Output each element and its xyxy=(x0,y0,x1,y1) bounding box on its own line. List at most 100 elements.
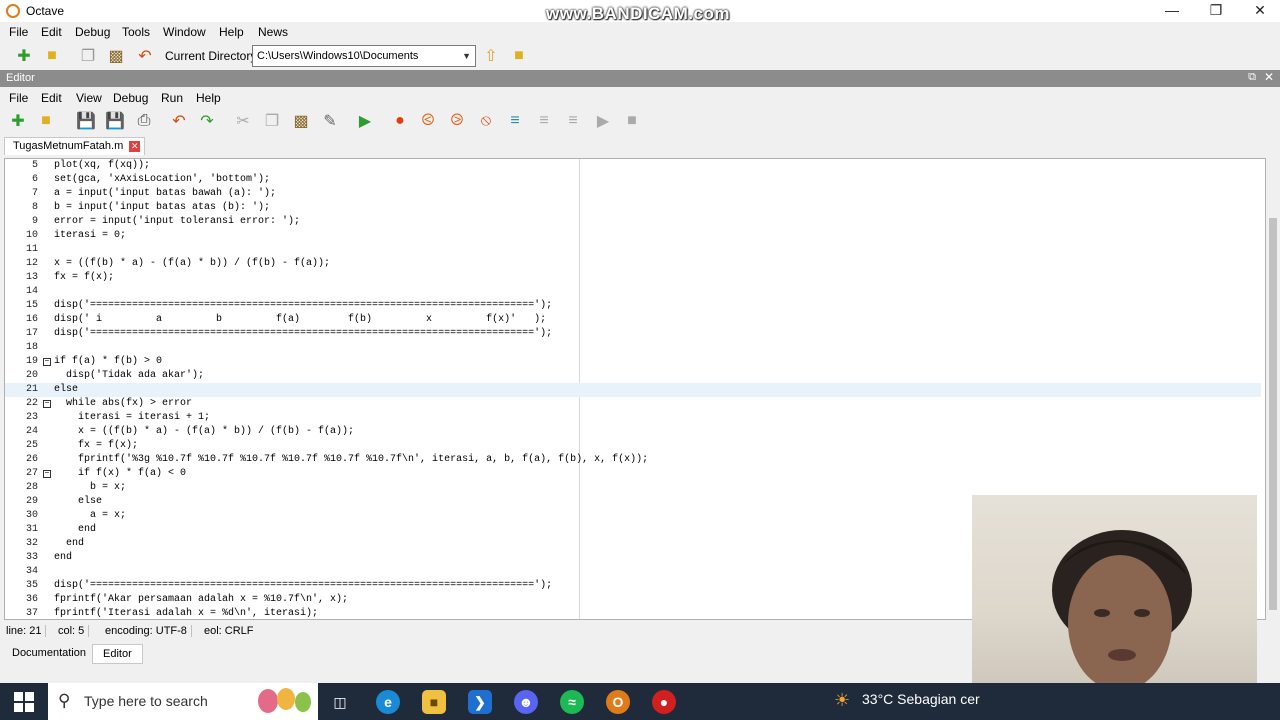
task-view-icon[interactable]: ◫ xyxy=(328,690,352,714)
editor-menu-edit[interactable]: Edit xyxy=(41,91,62,105)
browse-folder-icon[interactable]: ■ xyxy=(509,46,529,66)
code-line[interactable]: 13 fx = f(x); xyxy=(5,271,1261,285)
editor-menu-view[interactable]: View xyxy=(76,91,102,105)
remove-breakpoints-icon[interactable]: ⦸ xyxy=(476,111,496,131)
vscode-icon[interactable]: ❯ xyxy=(468,690,492,714)
fold-toggle-icon[interactable]: − xyxy=(43,470,51,478)
undo-icon[interactable]: ↶ xyxy=(169,111,189,131)
menu-file[interactable]: File xyxy=(9,25,28,39)
find-replace-icon[interactable]: ✎ xyxy=(320,111,340,131)
code-line[interactable]: 6 set(gca, 'xAxisLocation', 'bottom'); xyxy=(5,173,1261,187)
spotify-icon[interactable]: ≈ xyxy=(560,690,584,714)
octave-taskbar-icon[interactable]: O xyxy=(606,690,630,714)
line-number: 20 xyxy=(25,370,38,381)
open-folder-icon[interactable]: ■ xyxy=(42,46,62,66)
code-line[interactable]: 19− if f(a) * f(b) > 0 xyxy=(5,355,1261,369)
print-icon[interactable]: ⎙ xyxy=(134,111,154,131)
line-number: 29 xyxy=(25,496,38,507)
redo-icon[interactable]: ↷ xyxy=(197,111,217,131)
code-line[interactable]: 7 a = input('input batas bawah (a): '); xyxy=(5,187,1261,201)
new-file-icon[interactable]: ✚ xyxy=(14,46,34,66)
taskbar-search-box[interactable]: ⚲ Type here to search xyxy=(48,683,318,720)
run-icon[interactable]: ▶ xyxy=(355,111,375,131)
toggle-breakpoint-icon[interactable]: ● xyxy=(390,111,410,131)
undo-icon[interactable]: ↶ xyxy=(135,46,155,66)
editor-menu-debug[interactable]: Debug xyxy=(113,91,148,105)
menu-window[interactable]: Window xyxy=(163,25,206,39)
search-placeholder: Type here to search xyxy=(84,693,208,709)
bandicam-record-icon[interactable]: ● xyxy=(652,690,676,714)
minimize-icon[interactable]: — xyxy=(1150,0,1194,22)
parent-directory-icon[interactable]: ⇧ xyxy=(481,46,501,66)
cut-icon[interactable]: ✂ xyxy=(233,111,253,131)
editor-menu-file[interactable]: File xyxy=(9,91,28,105)
current-directory-input[interactable]: C:\Users\Windows10\Documents ▼ xyxy=(252,45,476,67)
windows-start-icon[interactable] xyxy=(14,692,34,712)
menu-edit[interactable]: Edit xyxy=(41,25,62,39)
open-file-icon[interactable]: ■ xyxy=(36,111,56,131)
code-line[interactable]: 15 disp('================================… xyxy=(5,299,1261,313)
fold-toggle-icon[interactable]: − xyxy=(43,400,51,408)
paste-icon[interactable]: ▩ xyxy=(106,46,126,66)
code-line[interactable]: 18 xyxy=(5,341,1261,355)
edge-icon[interactable]: e xyxy=(376,690,400,714)
code-line[interactable]: 10 iterasi = 0; xyxy=(5,229,1261,243)
code-line[interactable]: 25 fx = f(x); xyxy=(5,439,1261,453)
menu-help[interactable]: Help xyxy=(219,25,244,39)
code-line[interactable]: 8 b = input('input batas atas (b): '); xyxy=(5,201,1261,215)
code-line[interactable]: 16 disp(' i a b f(a) f(b) x f(x)' ); xyxy=(5,313,1261,327)
code-text: x = ((f(b) * a) - (f(a) * b)) / (f(b) - … xyxy=(54,426,355,437)
new-script-icon[interactable]: ✚ xyxy=(8,111,28,131)
next-breakpoint-icon[interactable]: ⧁ xyxy=(447,111,467,131)
tab-documentation[interactable]: Documentation xyxy=(2,644,96,662)
copy-icon[interactable]: ❐ xyxy=(78,46,98,66)
code-line[interactable]: 20 disp('Tidak ada akar'); xyxy=(5,369,1261,383)
discord-icon[interactable]: ☻ xyxy=(514,690,538,714)
save-as-icon[interactable]: 💾 xyxy=(105,111,125,131)
code-line[interactable]: 17 disp('================================… xyxy=(5,327,1261,341)
panel-close-icon[interactable]: ✕ xyxy=(1264,70,1274,84)
chevron-down-icon[interactable]: ▼ xyxy=(462,46,471,66)
previous-breakpoint-icon[interactable]: ⧀ xyxy=(418,111,438,131)
code-line[interactable]: 23 iterasi = iterasi + 1; xyxy=(5,411,1261,425)
code-line[interactable]: 12 x = ((f(b) * a) - (f(a) * b)) / (f(b) … xyxy=(5,257,1261,271)
code-line[interactable]: 26 fprintf('%3g %10.7f %10.7f %10.7f %10… xyxy=(5,453,1261,467)
tab-editor[interactable]: Editor xyxy=(92,644,143,664)
fold-toggle-icon[interactable]: − xyxy=(43,358,51,366)
menu-news[interactable]: News xyxy=(258,25,288,39)
copy-icon[interactable]: ❐ xyxy=(262,111,282,131)
paste-icon[interactable]: ▩ xyxy=(291,111,311,131)
status-encoding: encoding: UTF-8 xyxy=(101,625,192,637)
editor-menu-help[interactable]: Help xyxy=(196,91,221,105)
undock-icon[interactable]: ⧉ xyxy=(1248,71,1256,84)
save-icon[interactable]: 💾 xyxy=(76,111,96,131)
vertical-scrollbar[interactable] xyxy=(1266,158,1280,620)
file-explorer-icon[interactable]: ■ xyxy=(422,690,446,714)
close-icon[interactable]: ✕ xyxy=(1238,0,1280,22)
weather-text[interactable]: 33°C Sebagian cer xyxy=(862,691,980,707)
code-text: end xyxy=(54,552,73,563)
code-line[interactable]: 24 x = ((f(b) * a) - (f(a) * b)) / (f(b)… xyxy=(5,425,1261,439)
scrollbar-thumb[interactable] xyxy=(1269,218,1277,610)
code-line[interactable]: 14 xyxy=(5,285,1261,299)
code-line[interactable]: 11 xyxy=(5,243,1261,257)
maximize-icon[interactable]: ❐ xyxy=(1194,0,1238,22)
code-line[interactable]: 28 b = x; xyxy=(5,481,1261,495)
continue-icon[interactable]: ▶ xyxy=(593,111,613,131)
step-icon[interactable]: ≡ xyxy=(505,111,525,131)
stop-debug-icon[interactable]: ■ xyxy=(622,111,642,131)
step-in-icon[interactable]: ≡ xyxy=(534,111,554,131)
menu-tools[interactable]: Tools xyxy=(122,25,150,39)
code-line[interactable]: 22− while abs(fx) > error xyxy=(5,397,1261,411)
code-line[interactable]: 27− if f(x) * f(a) < 0 xyxy=(5,467,1261,481)
menu-debug[interactable]: Debug xyxy=(75,25,110,39)
step-out-icon[interactable]: ≡ xyxy=(563,111,583,131)
close-tab-icon[interactable]: ✕ xyxy=(129,140,141,152)
editor-menu-run[interactable]: Run xyxy=(161,91,183,105)
tab-file[interactable]: TugasMetnumFatah.m ✕ xyxy=(4,137,146,155)
code-line[interactable]: 21 else xyxy=(5,383,1261,397)
code-line[interactable]: 9 error = input('input toleransi error: '… xyxy=(5,215,1261,229)
octave-app-icon xyxy=(6,4,20,18)
line-number: 22 xyxy=(25,398,38,409)
code-line[interactable]: 5 plot(xq, f(xq)); xyxy=(5,159,1261,173)
